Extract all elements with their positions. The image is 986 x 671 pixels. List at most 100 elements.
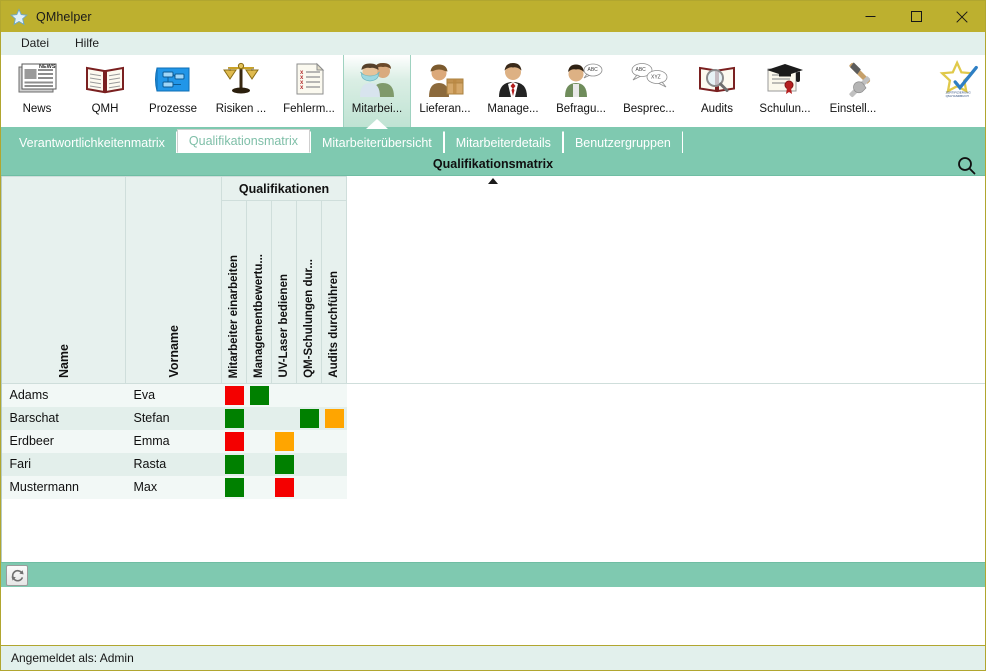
toolbar-label: Schulun... <box>759 103 810 115</box>
cell-filler <box>347 453 985 476</box>
cell-qualification-status[interactable] <box>272 384 297 407</box>
search-icon[interactable] <box>953 154 979 176</box>
cell-qualification-status[interactable] <box>222 453 247 476</box>
cell-qualification-status[interactable] <box>222 384 247 407</box>
cell-qualification-status[interactable] <box>297 453 322 476</box>
tab-label: Mitarbeiterdetails <box>456 136 551 150</box>
cell-qualification-status[interactable] <box>297 476 322 499</box>
menu-bar: Datei Hilfe <box>1 32 985 55</box>
toolbar-button-befragungen[interactable]: ABC Befragu... <box>547 55 615 127</box>
matrix-head: Name Vorname Qualifikationen Mitarbeiter… <box>2 177 986 384</box>
toolbar-logo: ZERTIFIZIERUNG QM-HANDBUCH <box>933 55 985 127</box>
cell-qualification-status[interactable] <box>322 453 347 476</box>
toolbar-button-fehlermanagement[interactable]: xx xx Fehlerm... <box>275 55 343 127</box>
cell-qualification-status[interactable] <box>322 476 347 499</box>
cell-qualification-status[interactable] <box>297 407 322 430</box>
close-button[interactable] <box>939 1 985 32</box>
menu-item-hilfe[interactable]: Hilfe <box>65 33 109 53</box>
tab-verantwortlichkeitenmatrix[interactable]: Verantwortlichkeitenmatrix <box>7 131 177 153</box>
scales-icon <box>218 58 264 102</box>
column-header-qual-1[interactable]: Mitarbeiter einarbeiten <box>222 201 247 384</box>
cell-filler <box>347 476 985 499</box>
cell-qualification-status[interactable] <box>222 430 247 453</box>
cell-name: Erdbeer <box>2 430 126 453</box>
cell-vorname: Rasta <box>126 453 222 476</box>
column-header-qual-4[interactable]: QM-Schulungen dur... <box>297 201 322 384</box>
two-speech-bubbles-icon: ABC XYZ <box>626 58 672 102</box>
tab-label: Qualifikationsmatrix <box>189 134 298 148</box>
table-row[interactable]: FariRasta <box>2 453 986 476</box>
cell-vorname: Stefan <box>126 407 222 430</box>
toolbar-button-einstellungen[interactable]: Einstell... <box>819 55 887 127</box>
cell-qualification-status[interactable] <box>322 384 347 407</box>
cell-vorname: Max <box>126 476 222 499</box>
tab-mitarbeiteruebersicht[interactable]: Mitarbeiterübersicht <box>310 131 444 153</box>
column-header-qual-3[interactable]: UV-Laser bedienen <box>272 201 297 384</box>
table-row[interactable]: BarschatStefan <box>2 407 986 430</box>
column-header-label: Managementbewertu... <box>253 249 265 378</box>
toolbar-button-mitarbeiter[interactable]: Mitarbei... <box>343 55 411 127</box>
menu-item-datei[interactable]: Datei <box>11 33 59 53</box>
cell-qualification-status[interactable] <box>247 453 272 476</box>
cell-qualification-status[interactable] <box>272 476 297 499</box>
toolbar-button-schulungen[interactable]: Schulun... <box>751 55 819 127</box>
cell-qualification-status[interactable] <box>322 407 347 430</box>
cell-qualification-status[interactable] <box>247 430 272 453</box>
toolbar-button-risiken[interactable]: Risiken ... <box>207 55 275 127</box>
open-book-icon <box>82 58 128 102</box>
column-header-name[interactable]: Name <box>2 177 126 384</box>
cell-qualification-status[interactable] <box>247 407 272 430</box>
cell-qualification-status[interactable] <box>272 453 297 476</box>
star-check-logo-icon: ZERTIFIZIERUNG QM-HANDBUCH <box>936 58 982 102</box>
table-row[interactable]: ErdbeerEmma <box>2 430 986 453</box>
column-header-vorname[interactable]: Vorname <box>126 177 222 384</box>
column-header-qual-5[interactable]: Audits durchführen <box>322 201 347 384</box>
status-swatch-green <box>225 478 244 497</box>
toolbar-button-audits[interactable]: Audits <box>683 55 751 127</box>
cell-qualification-status[interactable] <box>272 407 297 430</box>
cell-qualification-status[interactable] <box>247 384 272 407</box>
toolbar-button-besprechungen[interactable]: ABC XYZ Besprec... <box>615 55 683 127</box>
column-header-qual-2[interactable]: Managementbewertu... <box>247 201 272 384</box>
cell-qualification-status[interactable] <box>297 430 322 453</box>
cell-qualification-status[interactable] <box>297 384 322 407</box>
cell-qualification-status[interactable] <box>222 407 247 430</box>
tab-benutzergruppen[interactable]: Benutzergruppen <box>563 131 683 153</box>
tab-strip: Verantwortlichkeitenmatrix Qualifikation… <box>1 129 985 153</box>
tab-qualifikationsmatrix[interactable]: Qualifikationsmatrix <box>177 129 310 153</box>
toolbar-button-management[interactable]: Manage... <box>479 55 547 127</box>
application-window: QMhelper Datei Hilfe <box>0 0 986 671</box>
two-employees-icon <box>354 58 400 102</box>
tab-mitarbeiterdetails[interactable]: Mitarbeiterdetails <box>444 131 563 153</box>
toolbar-button-prozesse[interactable]: Prozesse <box>139 55 207 127</box>
refresh-icon[interactable] <box>6 565 28 586</box>
table-row[interactable]: AdamsEva <box>2 384 986 407</box>
table-row[interactable]: MustermannMax <box>2 476 986 499</box>
cell-qualification-status[interactable] <box>247 476 272 499</box>
matrix-group-header-row: Name Vorname Qualifikationen <box>2 177 986 201</box>
cell-vorname: Emma <box>126 430 222 453</box>
toolbar-button-qmh[interactable]: QMH <box>71 55 139 127</box>
svg-text:QM-HANDBUCH: QM-HANDBUCH <box>946 94 969 98</box>
minimize-button[interactable] <box>847 1 893 32</box>
grid-empty-area <box>1 499 985 563</box>
toolbar-label: QMH <box>92 103 119 115</box>
svg-text:ABC: ABC <box>636 67 647 73</box>
maximize-button[interactable] <box>893 1 939 32</box>
toolbar-label: Besprec... <box>623 103 675 115</box>
content-spacer <box>1 589 985 645</box>
cell-qualification-status[interactable] <box>272 430 297 453</box>
cell-qualification-status[interactable] <box>322 430 347 453</box>
toolbar-button-news[interactable]: NEWS News <box>3 55 71 127</box>
status-swatch-green <box>225 455 244 474</box>
status-swatch-orange <box>325 409 344 428</box>
section-header: Qualifikationsmatrix <box>1 153 985 176</box>
column-header-label: Name <box>57 339 71 378</box>
tab-label: Verantwortlichkeitenmatrix <box>19 136 165 150</box>
toolbar-button-lieferanten[interactable]: Lieferan... <box>411 55 479 127</box>
status-swatch-red <box>225 432 244 451</box>
column-header-label: QM-Schulungen dur... <box>303 254 315 378</box>
cell-qualification-status[interactable] <box>222 476 247 499</box>
column-header-label: UV-Laser bedienen <box>278 269 290 378</box>
svg-text:XYZ: XYZ <box>651 75 661 81</box>
